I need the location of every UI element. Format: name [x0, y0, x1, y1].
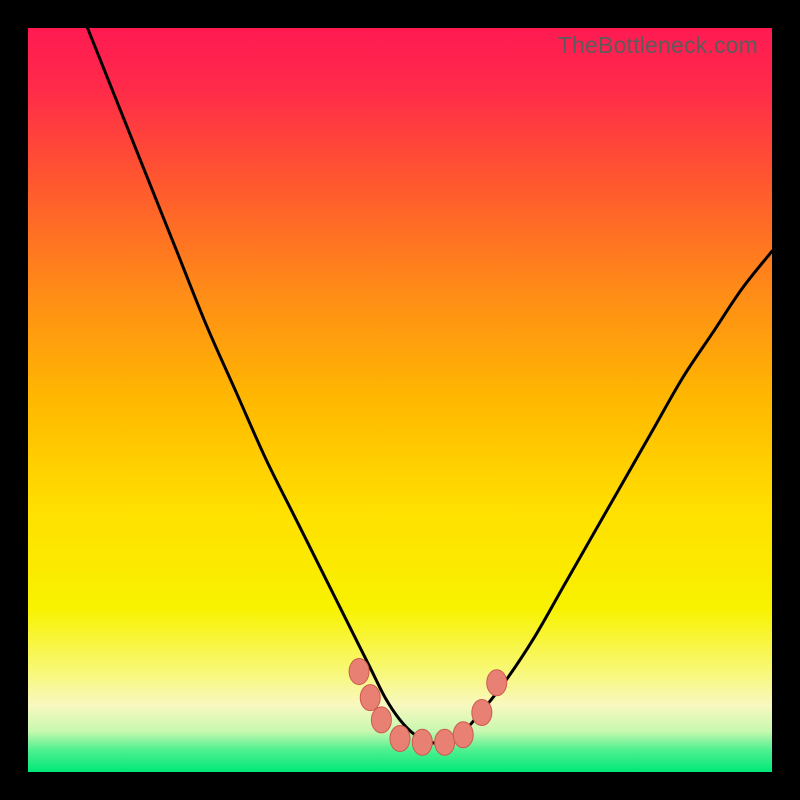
curve-path: [88, 28, 772, 743]
curve-marker: [472, 699, 492, 725]
plot-area: TheBottleneck.com: [28, 28, 772, 772]
curve-marker: [360, 685, 380, 711]
curve-marker: [371, 707, 391, 733]
curve-marker: [435, 729, 455, 755]
curve-marker: [487, 670, 507, 696]
curve-marker: [453, 722, 473, 748]
curve-marker: [390, 726, 410, 752]
bottleneck-curve: [28, 28, 772, 772]
curve-marker: [412, 729, 432, 755]
curve-marker: [349, 659, 369, 685]
chart-frame: TheBottleneck.com: [0, 0, 800, 800]
